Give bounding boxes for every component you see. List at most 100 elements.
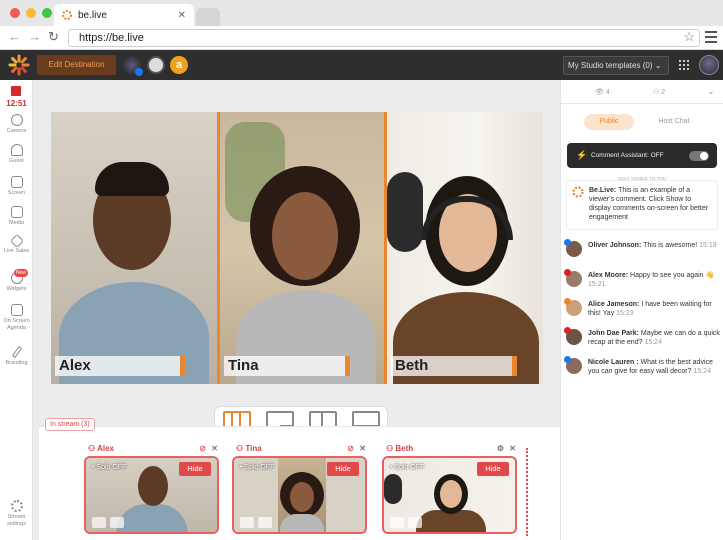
address-bar[interactable]: https://be.live xyxy=(68,29,700,47)
browser-nav-bar: ← → ↻ https://be.live ☆ xyxy=(0,26,723,50)
solo-toggle[interactable]: • Solo OFF xyxy=(240,464,274,471)
remove-guest-icon[interactable]: ✕ xyxy=(211,444,218,453)
sidebar-item-screen[interactable]: Screen xyxy=(0,176,33,197)
camera-toggle-icon[interactable] xyxy=(408,517,422,528)
facebook-destination-icon[interactable] xyxy=(123,56,143,76)
camera-toggle-icon[interactable] xyxy=(258,517,272,528)
mic-icon[interactable] xyxy=(240,517,254,528)
app-header: Edit Destination a My Studio templates (… xyxy=(0,50,723,80)
chat-comment[interactable]: Alex Moore: Happy to see you again 👋 15:… xyxy=(564,269,720,289)
solo-toggle[interactable]: • Solo OFF xyxy=(390,464,424,471)
bookmark-star-icon[interactable]: ☆ xyxy=(683,29,695,45)
sidebar-item-camera[interactable]: Camera xyxy=(0,114,33,135)
hide-eye-icon[interactable]: ⊘ xyxy=(347,444,354,453)
tab-close-icon[interactable]: ✕ xyxy=(178,10,186,21)
sidebar-item-live-sales[interactable]: Live Sales xyxy=(0,233,33,255)
chat-comment[interactable]: Alice Jameson: I have been waiting for t… xyxy=(564,298,720,318)
studio-templates-dropdown[interactable]: My Studio templates (0) ⌄ xyxy=(563,56,669,75)
stage-cam-alex[interactable]: Alex xyxy=(51,112,217,384)
comment-author: Alex Moore: xyxy=(588,272,629,279)
sidebar-item-label: Stream settings xyxy=(7,514,26,527)
edit-destination-button[interactable]: Edit Destination xyxy=(37,55,116,75)
forward-arrow-icon[interactable]: → xyxy=(28,29,41,44)
live-stage: Alex Tina Beth xyxy=(51,112,543,384)
assistant-label: Comment Assistant: OFF xyxy=(591,152,664,159)
mic-icon[interactable] xyxy=(92,517,106,528)
browser-menu-icon[interactable] xyxy=(705,31,717,46)
sidebar-item-media[interactable]: Media xyxy=(0,206,33,227)
agenda-icon xyxy=(10,304,23,316)
window-controls xyxy=(10,8,52,18)
new-badge: New xyxy=(14,269,29,277)
chat-comment[interactable]: Nicole Lauren : What is the best advice … xyxy=(564,356,720,376)
comment-author: Alice Jameson: xyxy=(588,301,640,308)
back-arrow-icon[interactable]: ← xyxy=(8,29,21,44)
comment-time: 15:23 xyxy=(616,310,634,317)
chat-comment[interactable]: Oliver Johnson: This is awesome! 15:19 xyxy=(564,239,720,257)
comment-author: John Dae Park: xyxy=(588,330,639,337)
sidebar-item-label: Branding xyxy=(5,360,28,366)
hide-button[interactable]: Hide xyxy=(327,462,359,476)
sidebar-item-agenda[interactable]: On Screen Agenda xyxy=(0,304,33,331)
tab-public[interactable]: Public xyxy=(584,114,634,130)
comment-assistant-bar: ⚡ Comment Assistant: OFF xyxy=(567,143,717,168)
stage-name-label: Beth xyxy=(391,356,517,376)
assistant-toggle[interactable] xyxy=(689,151,709,161)
guest-name: Tina xyxy=(245,444,262,453)
chat-comment[interactable]: John Dae Park: Maybe we can do a quick r… xyxy=(564,327,720,347)
commenter-avatar xyxy=(564,298,582,316)
belive-example-comment[interactable]: Be.Live: This is an example of a viewer'… xyxy=(566,180,718,230)
hide-button[interactable]: Hide xyxy=(477,462,509,476)
remove-guest-icon[interactable]: ✕ xyxy=(359,444,366,453)
tab-title: be.live xyxy=(78,9,107,21)
sidebar-item-widgets[interactable]: New Widgets xyxy=(0,269,33,293)
comment-text: Happy to see you again 👋 xyxy=(630,272,715,279)
sidebar-item-guest[interactable]: Guest xyxy=(0,144,33,165)
browser-tab[interactable]: be.live ✕ xyxy=(54,4,194,26)
user-avatar[interactable] xyxy=(699,55,719,75)
close-window-button[interactable] xyxy=(10,8,20,18)
comment-time: 15:19 xyxy=(699,242,717,249)
stage-cam-tina[interactable]: Tina xyxy=(217,112,387,384)
tab-host-chat[interactable]: Host Chat xyxy=(646,114,702,130)
youtube-icon xyxy=(564,269,571,276)
guest-card-beth[interactable]: • Solo OFF Hide xyxy=(382,456,517,534)
chevron-down-icon[interactable]: ⌄ xyxy=(707,86,715,97)
new-tab-button[interactable] xyxy=(196,8,220,26)
comment-time: 15:24 xyxy=(644,339,662,346)
tag-icon xyxy=(9,233,24,249)
hide-button[interactable]: Hide xyxy=(179,462,211,476)
mic-icon[interactable] xyxy=(390,517,404,528)
panel-stats: 👁 4 ⚇ 2 ⌄ xyxy=(561,80,723,104)
apps-grid-icon[interactable] xyxy=(679,60,689,70)
maximize-window-button[interactable] xyxy=(42,8,52,18)
camera-toggle-icon[interactable] xyxy=(110,517,124,528)
belive-logo-icon xyxy=(572,186,584,198)
guest-card-alex[interactable]: • Solo OFF Hide xyxy=(84,456,219,534)
reload-icon[interactable]: ↻ xyxy=(48,29,59,45)
sidebar-item-branding[interactable]: Branding xyxy=(0,345,33,367)
sidebar-item-label: Guest xyxy=(9,158,24,164)
guest-name: Alex xyxy=(97,444,115,453)
youtube-destination-icon[interactable] xyxy=(147,56,165,74)
solo-toggle[interactable]: • Solo OFF xyxy=(92,464,126,471)
viewer-count: 👁 4 xyxy=(595,89,610,96)
hide-eye-icon[interactable]: ⊘ xyxy=(199,444,206,453)
settings-gear-icon[interactable]: ⚙ xyxy=(497,444,504,453)
commenter-avatar xyxy=(564,356,582,374)
stage-name-label: Alex xyxy=(55,356,185,376)
comment-time: 15:21 xyxy=(588,281,606,288)
browser-tab-bar: be.live ✕ xyxy=(0,0,723,26)
sidebar-item-stream-settings[interactable]: Stream settings xyxy=(0,500,33,527)
remove-guest-icon[interactable]: ✕ xyxy=(509,444,516,453)
amazon-destination-icon[interactable]: a xyxy=(170,56,188,74)
stage-cam-beth[interactable]: Beth xyxy=(387,112,543,384)
belive-logo-icon[interactable] xyxy=(8,54,30,76)
minimize-window-button[interactable] xyxy=(26,8,36,18)
guest-card-tina[interactable]: • Solo OFF Hide xyxy=(232,456,367,534)
camera-icon xyxy=(10,114,23,126)
sidebar-item-label: Widgets xyxy=(6,286,27,292)
comment-author: Be.Live: xyxy=(589,187,617,194)
guest-person-icon: ⚇ xyxy=(236,444,244,453)
guest-header-alex: ⚇ Alex ⊘ ✕ xyxy=(88,444,220,456)
